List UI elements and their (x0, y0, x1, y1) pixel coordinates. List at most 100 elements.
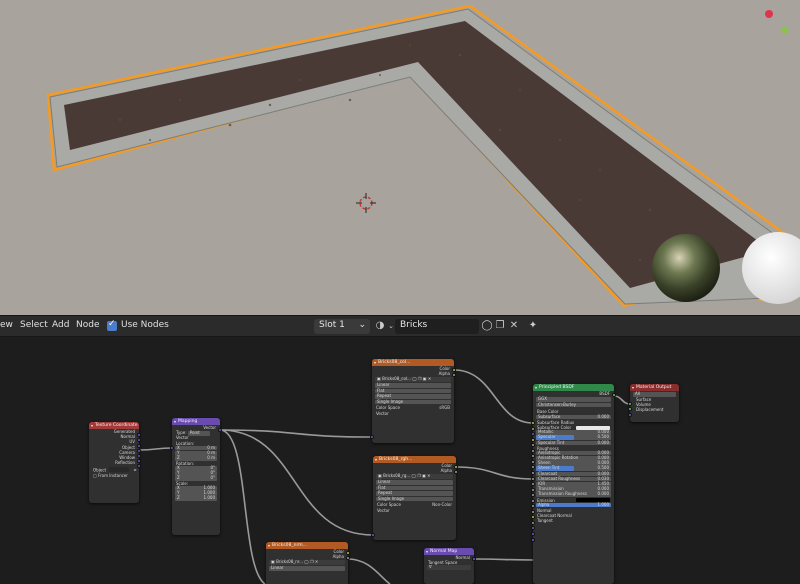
gizmo-x-axis-icon[interactable] (765, 10, 773, 18)
node-title[interactable]: Bricks08_rgh... (373, 456, 456, 463)
socket-vector-in[interactable] (170, 446, 174, 450)
socket-color-out[interactable] (454, 465, 458, 469)
socket-input[interactable] (531, 532, 535, 536)
socket-input[interactable] (531, 421, 535, 425)
node-title[interactable]: Texture Coordinate (89, 422, 139, 429)
material-name-field[interactable]: Bricks (395, 319, 479, 334)
socket-input[interactable] (531, 426, 535, 431)
fake-user-shield-icon[interactable]: ◯ (481, 320, 493, 332)
node-editor-canvas[interactable]: Texture Coordinate Generated Normal UV O… (0, 337, 800, 584)
socket-generated[interactable] (137, 433, 141, 437)
duplicate-icon[interactable]: ❐ (418, 376, 422, 382)
folder-icon[interactable]: ▣ (423, 376, 427, 382)
socket-label: Alpha (438, 371, 450, 377)
shield-icon[interactable]: ◯ (412, 376, 416, 382)
node-title[interactable]: Material Output (630, 384, 679, 391)
socket-alpha-out[interactable] (452, 373, 456, 377)
socket-label: Alpha (440, 468, 452, 474)
socket-vector-in[interactable] (370, 435, 374, 439)
socket-input[interactable] (531, 487, 535, 492)
scale-z[interactable]: Z 1.000 (175, 495, 217, 502)
input-value: 1.000 (597, 501, 609, 507)
node-title[interactable]: Normal Map (424, 548, 474, 555)
slot-dropdown[interactable]: Slot 1 ⌄ (314, 319, 370, 334)
node-mapping[interactable]: Mapping Vector Type: Point Vector Locati… (172, 418, 220, 535)
socket-reflection[interactable] (137, 464, 141, 468)
shield-icon[interactable]: ◯ (304, 559, 308, 565)
socket-input[interactable] (531, 476, 535, 481)
interpolation-dropdown[interactable]: Linear (269, 565, 345, 571)
socket-volume-in[interactable] (628, 407, 632, 411)
socket-input[interactable] (531, 448, 535, 453)
socket-vector-in[interactable] (371, 533, 375, 537)
bsdf-input-row[interactable]: Alpha 1.000 (536, 501, 611, 508)
socket-normal-out[interactable] (472, 557, 476, 561)
node-material-output[interactable]: Material Output All Surface Volume Displ… (630, 384, 679, 422)
node-title[interactable]: Bricks08_col... (372, 359, 454, 366)
from-instancer-checkbox[interactable]: □ From Instancer (89, 473, 139, 478)
folder-icon[interactable]: ▣ (422, 473, 426, 479)
subsurface-method-dropdown[interactable]: Christensen-Burley (536, 402, 611, 408)
socket-camera[interactable] (137, 454, 141, 458)
socket-color-out[interactable] (452, 368, 456, 372)
link-tex1-to-basecolor (453, 369, 534, 424)
socket-input[interactable] (531, 459, 535, 464)
node-title[interactable]: Bricks08_nrm... (266, 542, 348, 549)
socket-input[interactable] (531, 520, 535, 525)
interpolation-dropdown[interactable]: Linear (376, 479, 453, 485)
bsdf-input-row[interactable]: Tangent (533, 518, 614, 523)
source-dropdown[interactable]: Single Image (375, 399, 451, 405)
node-texture-coordinate[interactable]: Texture Coordinate Generated Normal UV O… (89, 422, 139, 503)
node-normal-map[interactable]: Normal Map Normal Tangent Space ∇ (424, 548, 474, 584)
uv-map-field[interactable]: ∇ (427, 565, 471, 570)
node-image-texture-normal[interactable]: Bricks08_nrm... Color Alpha ▣ Bricks08_n… (266, 542, 348, 584)
axis-label: Z (177, 495, 180, 501)
socket-color-out[interactable] (346, 551, 350, 555)
socket-input[interactable] (531, 509, 535, 514)
node-title[interactable]: Principled BSDF (533, 384, 614, 391)
3d-viewport[interactable] (0, 0, 800, 315)
socket-input[interactable] (531, 437, 535, 442)
bsdf-input-row[interactable]: Subsurface 0.000 (536, 414, 611, 420)
socket-surface-in[interactable] (628, 402, 632, 406)
socket-displacement-in[interactable] (628, 413, 632, 417)
socket-uv[interactable] (137, 444, 141, 448)
socket-input[interactable] (531, 470, 535, 475)
socket-alpha-out[interactable] (346, 556, 350, 560)
node-title[interactable]: Mapping (172, 418, 220, 425)
close-icon[interactable]: ✕ (427, 473, 430, 479)
menu-add[interactable]: Add (52, 320, 69, 330)
node-image-texture-roughness[interactable]: Bricks08_rgh... Color Alpha ▣ Bricks08_r… (373, 456, 456, 540)
menu-select[interactable]: Select (20, 320, 48, 330)
socket-vector-out[interactable] (218, 428, 222, 432)
menu-view[interactable]: ew (0, 320, 13, 330)
socket-bsdf-out[interactable] (612, 393, 616, 397)
input-label: Alpha (538, 501, 550, 507)
unlink-material-close-icon[interactable]: ✕ (508, 320, 520, 332)
socket-window[interactable] (137, 459, 141, 463)
duplicate-material-icon[interactable]: ❐ (494, 320, 506, 332)
socket-input[interactable] (531, 498, 535, 503)
shield-icon[interactable]: ◯ (411, 473, 415, 479)
source-dropdown[interactable]: Single Image (376, 496, 453, 502)
use-nodes-checkbox[interactable] (107, 319, 117, 331)
node-image-texture-color[interactable]: Bricks08_col... Color Alpha ▣ Bricks08_c… (372, 359, 454, 443)
bsdf-input-row[interactable]: Specular Tint 0.000 (536, 440, 611, 446)
node-principled-bsdf[interactable]: Principled BSDF BSDF GGX Christensen-Bur… (533, 384, 614, 584)
close-icon[interactable]: ✕ (315, 559, 318, 565)
socket-object[interactable] (137, 449, 141, 453)
socket-normal[interactable] (137, 438, 141, 442)
gizmo-y-axis-icon[interactable] (781, 26, 789, 34)
close-icon[interactable]: ✕ (428, 376, 431, 382)
duplicate-icon[interactable]: ❐ (417, 473, 421, 479)
pin-icon[interactable]: ✦ (527, 320, 539, 332)
bsdf-input-row[interactable]: Transmission Roughness 0.000 (536, 492, 611, 497)
duplicate-icon[interactable]: ❐ (310, 559, 314, 565)
extension-value: Repeat (377, 393, 392, 399)
socket-alpha-out[interactable] (454, 470, 458, 474)
3d-cursor[interactable] (356, 193, 376, 213)
socket-input[interactable] (531, 537, 535, 542)
menu-node[interactable]: Node (76, 320, 100, 330)
interpolation-dropdown[interactable]: Linear (375, 382, 451, 388)
object-field[interactable] (109, 467, 130, 472)
